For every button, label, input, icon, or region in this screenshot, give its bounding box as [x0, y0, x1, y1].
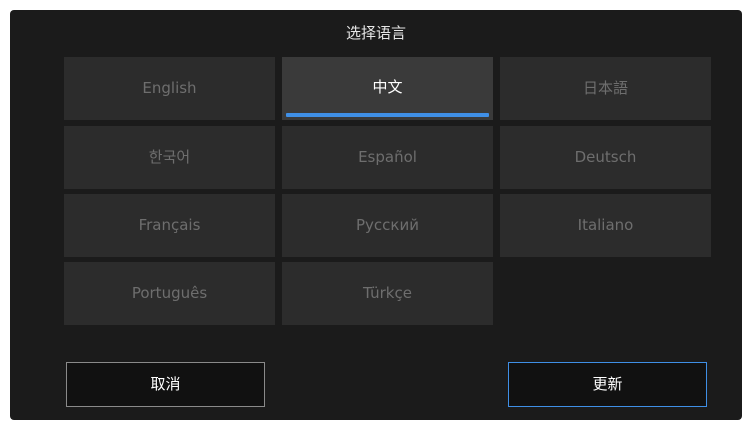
language-option-spanish[interactable]: Español: [282, 126, 493, 189]
language-grid: English 中文 日本語 한국어 Español Deutsch Franç…: [64, 57, 711, 327]
language-option-italian[interactable]: Italiano: [500, 194, 711, 257]
update-button[interactable]: 更新: [508, 362, 707, 407]
cancel-button[interactable]: 取消: [66, 362, 265, 407]
language-option-english[interactable]: English: [64, 57, 275, 120]
language-select-screen: 选择语言 English 中文 日本語 한국어 Español Deutsch …: [10, 10, 742, 420]
language-option-german[interactable]: Deutsch: [500, 126, 711, 189]
language-option-japanese[interactable]: 日本語: [500, 57, 711, 120]
dialog-title: 选择语言: [345, 24, 406, 42]
language-option-french[interactable]: Français: [64, 194, 275, 257]
language-option-chinese[interactable]: 中文: [282, 57, 493, 120]
language-option-russian[interactable]: Русский: [282, 194, 493, 257]
language-option-korean[interactable]: 한국어: [64, 126, 275, 189]
selected-indicator: [286, 113, 489, 117]
language-option-portuguese[interactable]: Português: [64, 262, 275, 325]
language-option-label: 中文: [372, 78, 403, 96]
language-option-turkish[interactable]: Türkçe: [282, 262, 493, 325]
